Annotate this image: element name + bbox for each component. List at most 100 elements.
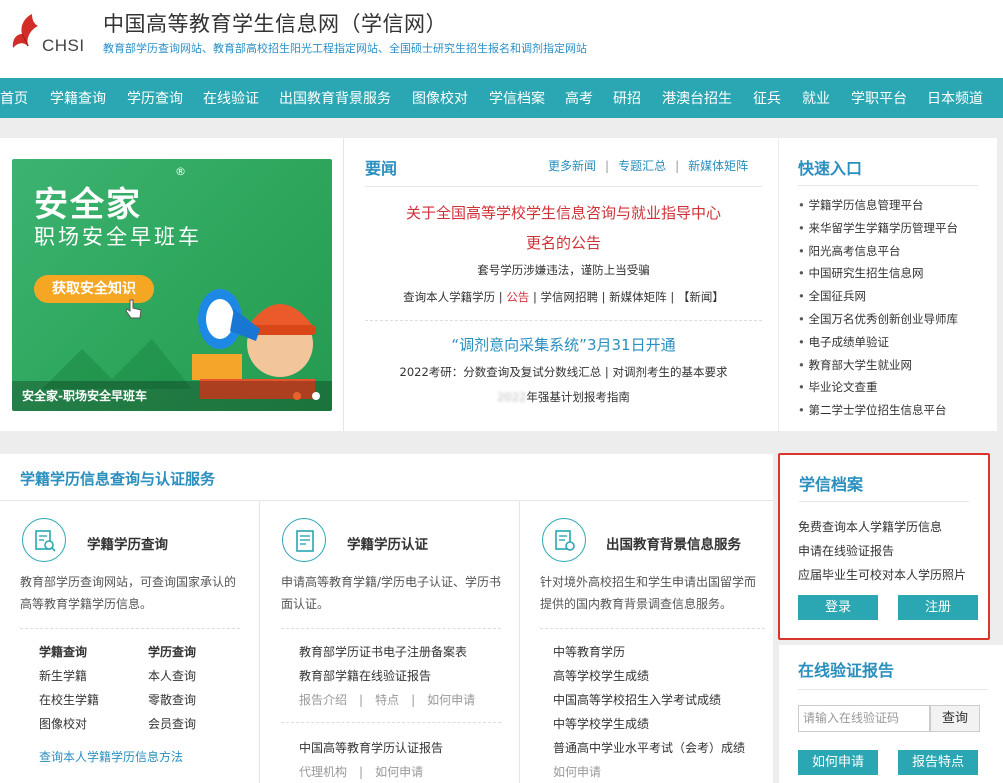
grid-link[interactable]: 会员查询: [148, 715, 196, 732]
promo-banner[interactable]: 安全家 ® 职场安全早班车 获取安全知识 安全家-职场安全早班车: [12, 159, 332, 411]
register-button[interactable]: 注册: [898, 595, 978, 620]
divider: [343, 138, 344, 431]
features-link[interactable]: 特点: [375, 693, 399, 707]
news-headline-2[interactable]: “调剂意向采集系统”3月31日开通: [365, 334, 762, 355]
col1-title[interactable]: 学籍学历查询: [87, 533, 168, 553]
nav-japan[interactable]: 日本频道: [927, 88, 983, 108]
col3-desc: 针对境外高校招生和学生申请出国留学而提供的国内教育背景调查信息服务。: [540, 575, 757, 611]
quick-link[interactable]: 第二学士学位招生信息平台: [798, 399, 958, 422]
quick-link[interactable]: 教育部大学生就业网: [798, 354, 958, 377]
divider: [259, 500, 260, 783]
divider: [798, 185, 978, 186]
separator: |: [359, 765, 364, 779]
news-headline-1[interactable]: 关于全国高等学校学生信息咨询与就业指导中心: [365, 202, 762, 223]
overseas-how-apply-link[interactable]: 如何申请: [553, 763, 601, 780]
quick-link[interactable]: 电子成绩单验证: [798, 331, 958, 354]
quick-link[interactable]: 来华留学生学籍学历管理平台: [798, 217, 958, 240]
news-line-4[interactable]: 2022年强基计划报考指南: [365, 389, 762, 405]
nav-degree-query[interactable]: 学历查询: [127, 88, 183, 108]
divider: [799, 501, 969, 502]
nav-hmt[interactable]: 港澳台招生: [662, 88, 732, 108]
news-line-2-rest[interactable]: | 学信网招聘 | 新媒体矩阵 | 【新闻】: [529, 290, 724, 304]
grid-link[interactable]: 新生学籍: [39, 667, 87, 684]
nav-image-check[interactable]: 图像校对: [412, 88, 468, 108]
overseas-link[interactable]: 普通高中学业水平考试（会考）成绩: [553, 739, 745, 756]
archive-link[interactable]: 应届毕业生可校对本人学历照片: [798, 566, 966, 583]
carousel-dot-2[interactable]: [312, 392, 320, 400]
nav-military[interactable]: 征兵: [753, 88, 781, 108]
quick-entry-panel: 快速入口 学籍学历信息管理平台 来华留学生学籍学历管理平台 阳光高考信息平台 中…: [779, 138, 997, 431]
verify-code-input[interactable]: 请输入在线验证码: [798, 705, 930, 732]
site-title: 中国高等教育学生信息网（学信网）: [103, 12, 447, 36]
news-line-4-text: 年强基计划报考指南: [526, 390, 630, 404]
how-apply-link[interactable]: 如何申请: [427, 693, 475, 707]
col3-title[interactable]: 出国教育背景信息服务: [606, 533, 741, 553]
chsi-logo-icon: [12, 14, 39, 48]
overseas-icon-circle: [542, 518, 586, 562]
nav-overseas-service[interactable]: 出国教育背景服务: [279, 88, 391, 108]
cert-link[interactable]: 中国高等教育学历认证报告: [299, 739, 443, 756]
quick-entry-list: 学籍学历信息管理平台 来华留学生学籍学历管理平台 阳光高考信息平台 中国研究生招…: [798, 194, 958, 422]
main-nav: 首页 学籍查询 学历查询 在线验证 出国教育背景服务 图像校对 学信档案 高考 …: [0, 78, 1003, 118]
grid-link[interactable]: 零散查询: [148, 691, 196, 708]
quick-link[interactable]: 全国万名优秀创新创业导师库: [798, 308, 958, 331]
news-headline-1-cont[interactable]: 更名的公告: [365, 232, 762, 253]
topics-link[interactable]: 专题汇总: [618, 159, 666, 173]
quick-link[interactable]: 毕业论文查重: [798, 376, 958, 399]
overseas-link[interactable]: 中国高等学校招生入学考试成绩: [553, 691, 721, 708]
notice-link[interactable]: 公告: [506, 290, 529, 304]
document-stamp-icon: [555, 530, 575, 551]
how-apply-link[interactable]: 如何申请: [375, 765, 423, 779]
nav-student-status[interactable]: 学籍查询: [50, 88, 106, 108]
quick-link[interactable]: 全国征兵网: [798, 285, 958, 308]
col2-title[interactable]: 学籍学历认证: [347, 533, 428, 553]
registered-mark: ®: [175, 165, 186, 178]
login-button[interactable]: 登录: [798, 595, 878, 620]
nav-online-verify[interactable]: 在线验证: [203, 88, 259, 108]
quick-link[interactable]: 阳光高考信息平台: [798, 240, 958, 263]
news-line-3[interactable]: 2022考研：分数查询及复试分数线汇总 | 对调剂考生的基本要求: [365, 364, 762, 380]
archive-link[interactable]: 免费查询本人学籍学历信息: [798, 518, 942, 535]
overseas-link[interactable]: 中等教育学历: [553, 643, 625, 660]
more-news-link[interactable]: 更多新闻: [548, 159, 596, 173]
cert-link[interactable]: 教育部学历证书电子注册备案表: [299, 643, 467, 660]
overseas-link[interactable]: 中等学校学生成绩: [553, 715, 649, 732]
how-apply-button[interactable]: 如何申请: [798, 750, 878, 775]
grid-link[interactable]: 在校生学籍: [39, 691, 99, 708]
grid-link[interactable]: 学籍查询: [39, 643, 87, 660]
nav-archive[interactable]: 学信档案: [489, 88, 545, 108]
sub-links: 报告介绍 | 特点 | 如何申请: [299, 691, 475, 708]
quick-link[interactable]: 学籍学历信息管理平台: [798, 194, 958, 217]
report-features-button[interactable]: 报告特点: [898, 750, 978, 775]
verify-panel: 在线验证报告 请输入在线验证码 查询 如何申请 报告特点: [779, 645, 1003, 783]
cert-icon-circle: [282, 518, 326, 562]
nav-gaokao[interactable]: 高考: [565, 88, 593, 108]
col1-desc: 教育部学历查询网站，可查询国家承认的高等教育学籍学历信息。: [20, 575, 237, 611]
cert-link[interactable]: 教育部学籍在线验证报告: [299, 667, 431, 684]
banner-subtitle: 职场安全早班车: [34, 225, 202, 249]
carousel-dot-1[interactable]: [293, 392, 301, 400]
query-self-link[interactable]: 查询本人学籍学历: [403, 290, 495, 304]
archive-title: 学信档案: [799, 475, 864, 494]
verify-search-button[interactable]: 查询: [930, 705, 980, 732]
grid-link[interactable]: 图像校对: [39, 715, 87, 732]
query-method-link[interactable]: 查询本人学籍学历信息方法: [39, 748, 183, 765]
separator: |: [359, 693, 364, 707]
quick-link[interactable]: 中国研究生招生信息网: [798, 262, 958, 285]
report-intro-link[interactable]: 报告介绍: [299, 693, 347, 707]
verify-title: 在线验证报告: [798, 661, 895, 680]
nav-yanzhao[interactable]: 研招: [613, 88, 641, 108]
divider: [365, 186, 762, 187]
archive-link[interactable]: 申请在线验证报告: [798, 542, 894, 559]
agency-link[interactable]: 代理机构: [299, 765, 347, 779]
nav-career[interactable]: 学职平台: [851, 88, 907, 108]
grid-link[interactable]: 本人查询: [148, 667, 196, 684]
services-title: 学籍学历信息查询与认证服务: [20, 470, 216, 488]
news-line-1[interactable]: 套号学历涉嫌违法，谨防上当受骗: [365, 262, 762, 278]
grid-link[interactable]: 学历查询: [148, 643, 196, 660]
overseas-link[interactable]: 高等学校学生成绩: [553, 667, 649, 684]
nav-home[interactable]: 首页: [0, 88, 28, 108]
site-subtitle: 教育部学历查询网站、教育部高校招生阳光工程指定网站、全国硕士研究生招生报名和调剂…: [103, 42, 587, 55]
nav-employment[interactable]: 就业: [802, 88, 830, 108]
media-matrix-link[interactable]: 新媒体矩阵: [688, 159, 748, 173]
